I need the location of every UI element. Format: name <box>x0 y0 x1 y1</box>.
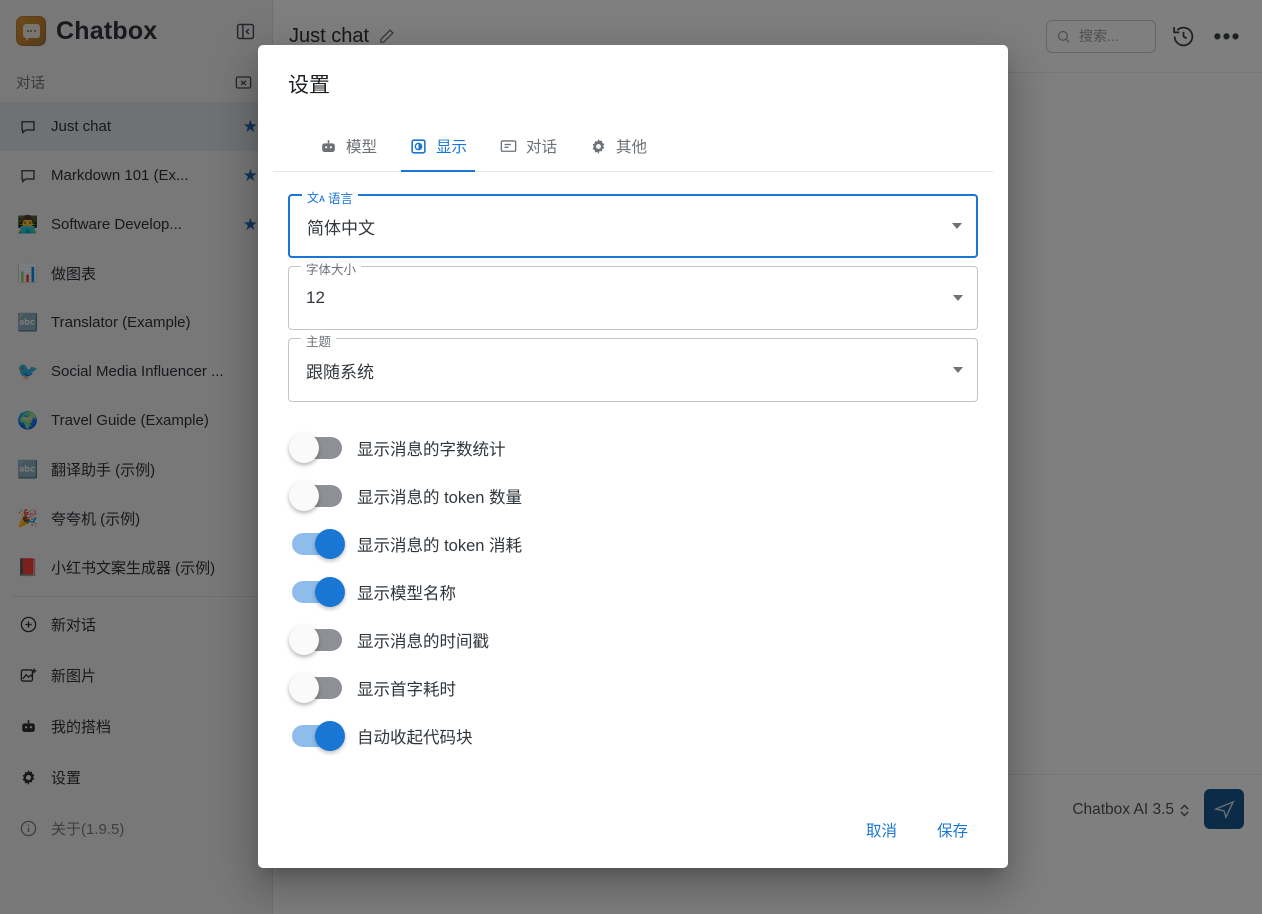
toggle-label: 显示消息的 token 消耗 <box>357 537 523 555</box>
chevron-down-icon[interactable] <box>953 295 963 301</box>
field-legend: 主题 <box>301 331 337 350</box>
select-field[interactable]: 字体大小 12 <box>288 259 978 330</box>
gear-icon <box>589 137 608 156</box>
toggle-row[interactable]: 自动收起代码块 <box>288 712 978 760</box>
toggle-knob <box>289 433 319 463</box>
toggle-switch[interactable] <box>292 529 345 559</box>
select-field[interactable]: 主题 跟随系统 <box>288 331 978 402</box>
tab-2[interactable]: 显示 <box>393 121 483 172</box>
settings-fields: 文ᴀ 语言简体中文字体大小 12 主题跟随系统 <box>288 188 978 402</box>
toggle-row[interactable]: 显示消息的 token 消耗 <box>288 520 978 568</box>
dialog-body: 文ᴀ 语言简体中文字体大小 12 主题跟随系统 显示消息的字数统计 显示消息的 toke… <box>258 172 1008 800</box>
dialog-title: 设置 <box>288 74 330 97</box>
toggle-label: 显示模型名称 <box>357 585 456 603</box>
toggle-switch[interactable] <box>292 721 345 751</box>
translate-icon: 文ᴀ <box>307 191 325 205</box>
settings-dialog: 设置 模型 显示 对话 其他 文ᴀ 语言简体中文字体大小 12 主题跟随系统 显示消息的字数… <box>258 45 1008 868</box>
toggle-label: 显示消息的 token 数量 <box>357 489 523 507</box>
toggle-switch[interactable] <box>289 673 342 703</box>
toggle-label: 自动收起代码块 <box>357 729 473 747</box>
tab-label: 其他 <box>616 139 648 156</box>
field-legend-text: 主题 <box>306 335 332 349</box>
toggle-knob <box>315 529 345 559</box>
dialog-footer: 取消 保存 <box>258 800 1008 868</box>
toggle-row[interactable]: 显示消息的字数统计 <box>288 424 978 472</box>
tab-3[interactable]: 对话 <box>483 121 573 171</box>
chat-icon <box>499 137 518 156</box>
toggle-row[interactable]: 显示消息的时间戳 <box>288 616 978 664</box>
toggle-knob <box>315 721 345 751</box>
toggle-row[interactable]: 显示消息的 token 数量 <box>288 472 978 520</box>
field-value: 跟随系统 <box>306 362 374 382</box>
toggle-switch[interactable] <box>289 625 342 655</box>
select-field[interactable]: 文ᴀ 语言简体中文 <box>288 188 978 258</box>
app-root: Chatbox 对话 Just chat★Markdown 101 (Ex...… <box>0 0 1262 914</box>
tab-4[interactable]: 其他 <box>573 121 663 171</box>
toggle-switch[interactable] <box>292 577 345 607</box>
toggle-knob <box>315 577 345 607</box>
robot-icon <box>319 137 338 156</box>
display-icon <box>409 137 428 156</box>
chevron-down-icon[interactable] <box>952 223 962 229</box>
field-legend: 文ᴀ 语言 <box>302 188 358 207</box>
settings-toggles: 显示消息的字数统计 显示消息的 token 数量 显示消息的 token 消耗 显示模… <box>288 410 978 760</box>
toggle-knob <box>289 673 319 703</box>
tab-label: 模型 <box>346 139 378 156</box>
field-value: 简体中文 <box>307 218 375 238</box>
cancel-button[interactable]: 取消 <box>852 811 911 849</box>
toggle-label: 显示首字耗时 <box>357 681 456 699</box>
tab-label: 对话 <box>526 139 558 156</box>
tab-1[interactable]: 模型 <box>303 121 393 171</box>
settings-tabs: 模型 显示 对话 其他 <box>273 121 993 172</box>
tab-label: 显示 <box>436 139 468 156</box>
field-legend-text: 字体大小 <box>306 263 357 277</box>
field-legend: 字体大小 <box>301 259 362 278</box>
toggle-knob <box>289 625 319 655</box>
toggle-switch[interactable] <box>289 433 342 463</box>
field-legend-text: 语言 <box>327 192 353 206</box>
toggle-knob <box>289 481 319 511</box>
toggle-label: 显示消息的时间戳 <box>357 633 489 651</box>
toggle-row[interactable]: 显示模型名称 <box>288 568 978 616</box>
toggle-switch[interactable] <box>289 481 342 511</box>
toggle-label: 显示消息的字数统计 <box>357 441 506 459</box>
toggle-row[interactable]: 显示首字耗时 <box>288 664 978 712</box>
chevron-down-icon[interactable] <box>953 367 963 373</box>
save-button[interactable]: 保存 <box>923 811 982 849</box>
field-value: 12 <box>306 288 325 307</box>
